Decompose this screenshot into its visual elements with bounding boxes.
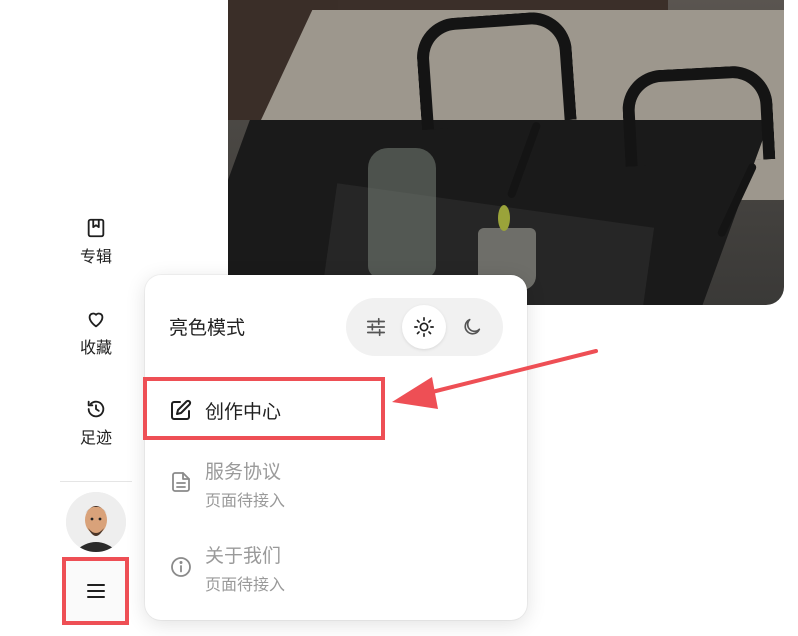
sidebar-item-label: 专辑 (79, 247, 112, 266)
history-icon (87, 400, 105, 418)
heart-icon (88, 312, 104, 328)
moon-icon (464, 318, 481, 335)
menu-item-title: 关于我们 (205, 545, 282, 567)
document-icon (172, 472, 190, 492)
sun-icon (414, 317, 434, 337)
sidebar-item-label: 收藏 (79, 338, 112, 357)
theme-option-light[interactable] (402, 305, 446, 349)
user-avatar[interactable] (66, 492, 126, 552)
background-photo (228, 0, 784, 305)
annotation-highlight-box (143, 377, 385, 440)
sidebar-item-favorites[interactable]: 收藏 (72, 308, 120, 358)
theme-mode-label: 亮色模式 (169, 317, 246, 339)
photo-chair (620, 64, 776, 167)
menu-item-title: 服务协议 (205, 461, 282, 483)
annotation-arrow (392, 349, 598, 409)
theme-option-auto[interactable] (354, 305, 398, 349)
menu-button[interactable] (62, 557, 129, 625)
theme-option-dark[interactable] (450, 305, 494, 349)
sidebar-item-label: 足迹 (79, 428, 112, 447)
photo-lemon (498, 205, 510, 231)
photo-carafe (368, 148, 436, 278)
album-bookmark-icon (87, 218, 105, 238)
sidebar-divider (60, 481, 132, 482)
hamburger-menu-icon (86, 584, 105, 598)
sidebar-item-album[interactable]: 专辑 (72, 217, 120, 267)
avatar-illustration (66, 492, 126, 552)
info-icon (171, 557, 191, 577)
sliders-icon (366, 317, 386, 337)
settings-popup-menu: 亮色模式 创作中心 服务协议 页面待接入 关于我们 页面待接入 (145, 275, 527, 620)
menu-item-subtitle: 页面待接入 (205, 491, 286, 510)
photo-chair (414, 9, 577, 131)
sidebar-item-history[interactable]: 足迹 (72, 398, 120, 448)
menu-item-subtitle: 页面待接入 (205, 575, 286, 594)
